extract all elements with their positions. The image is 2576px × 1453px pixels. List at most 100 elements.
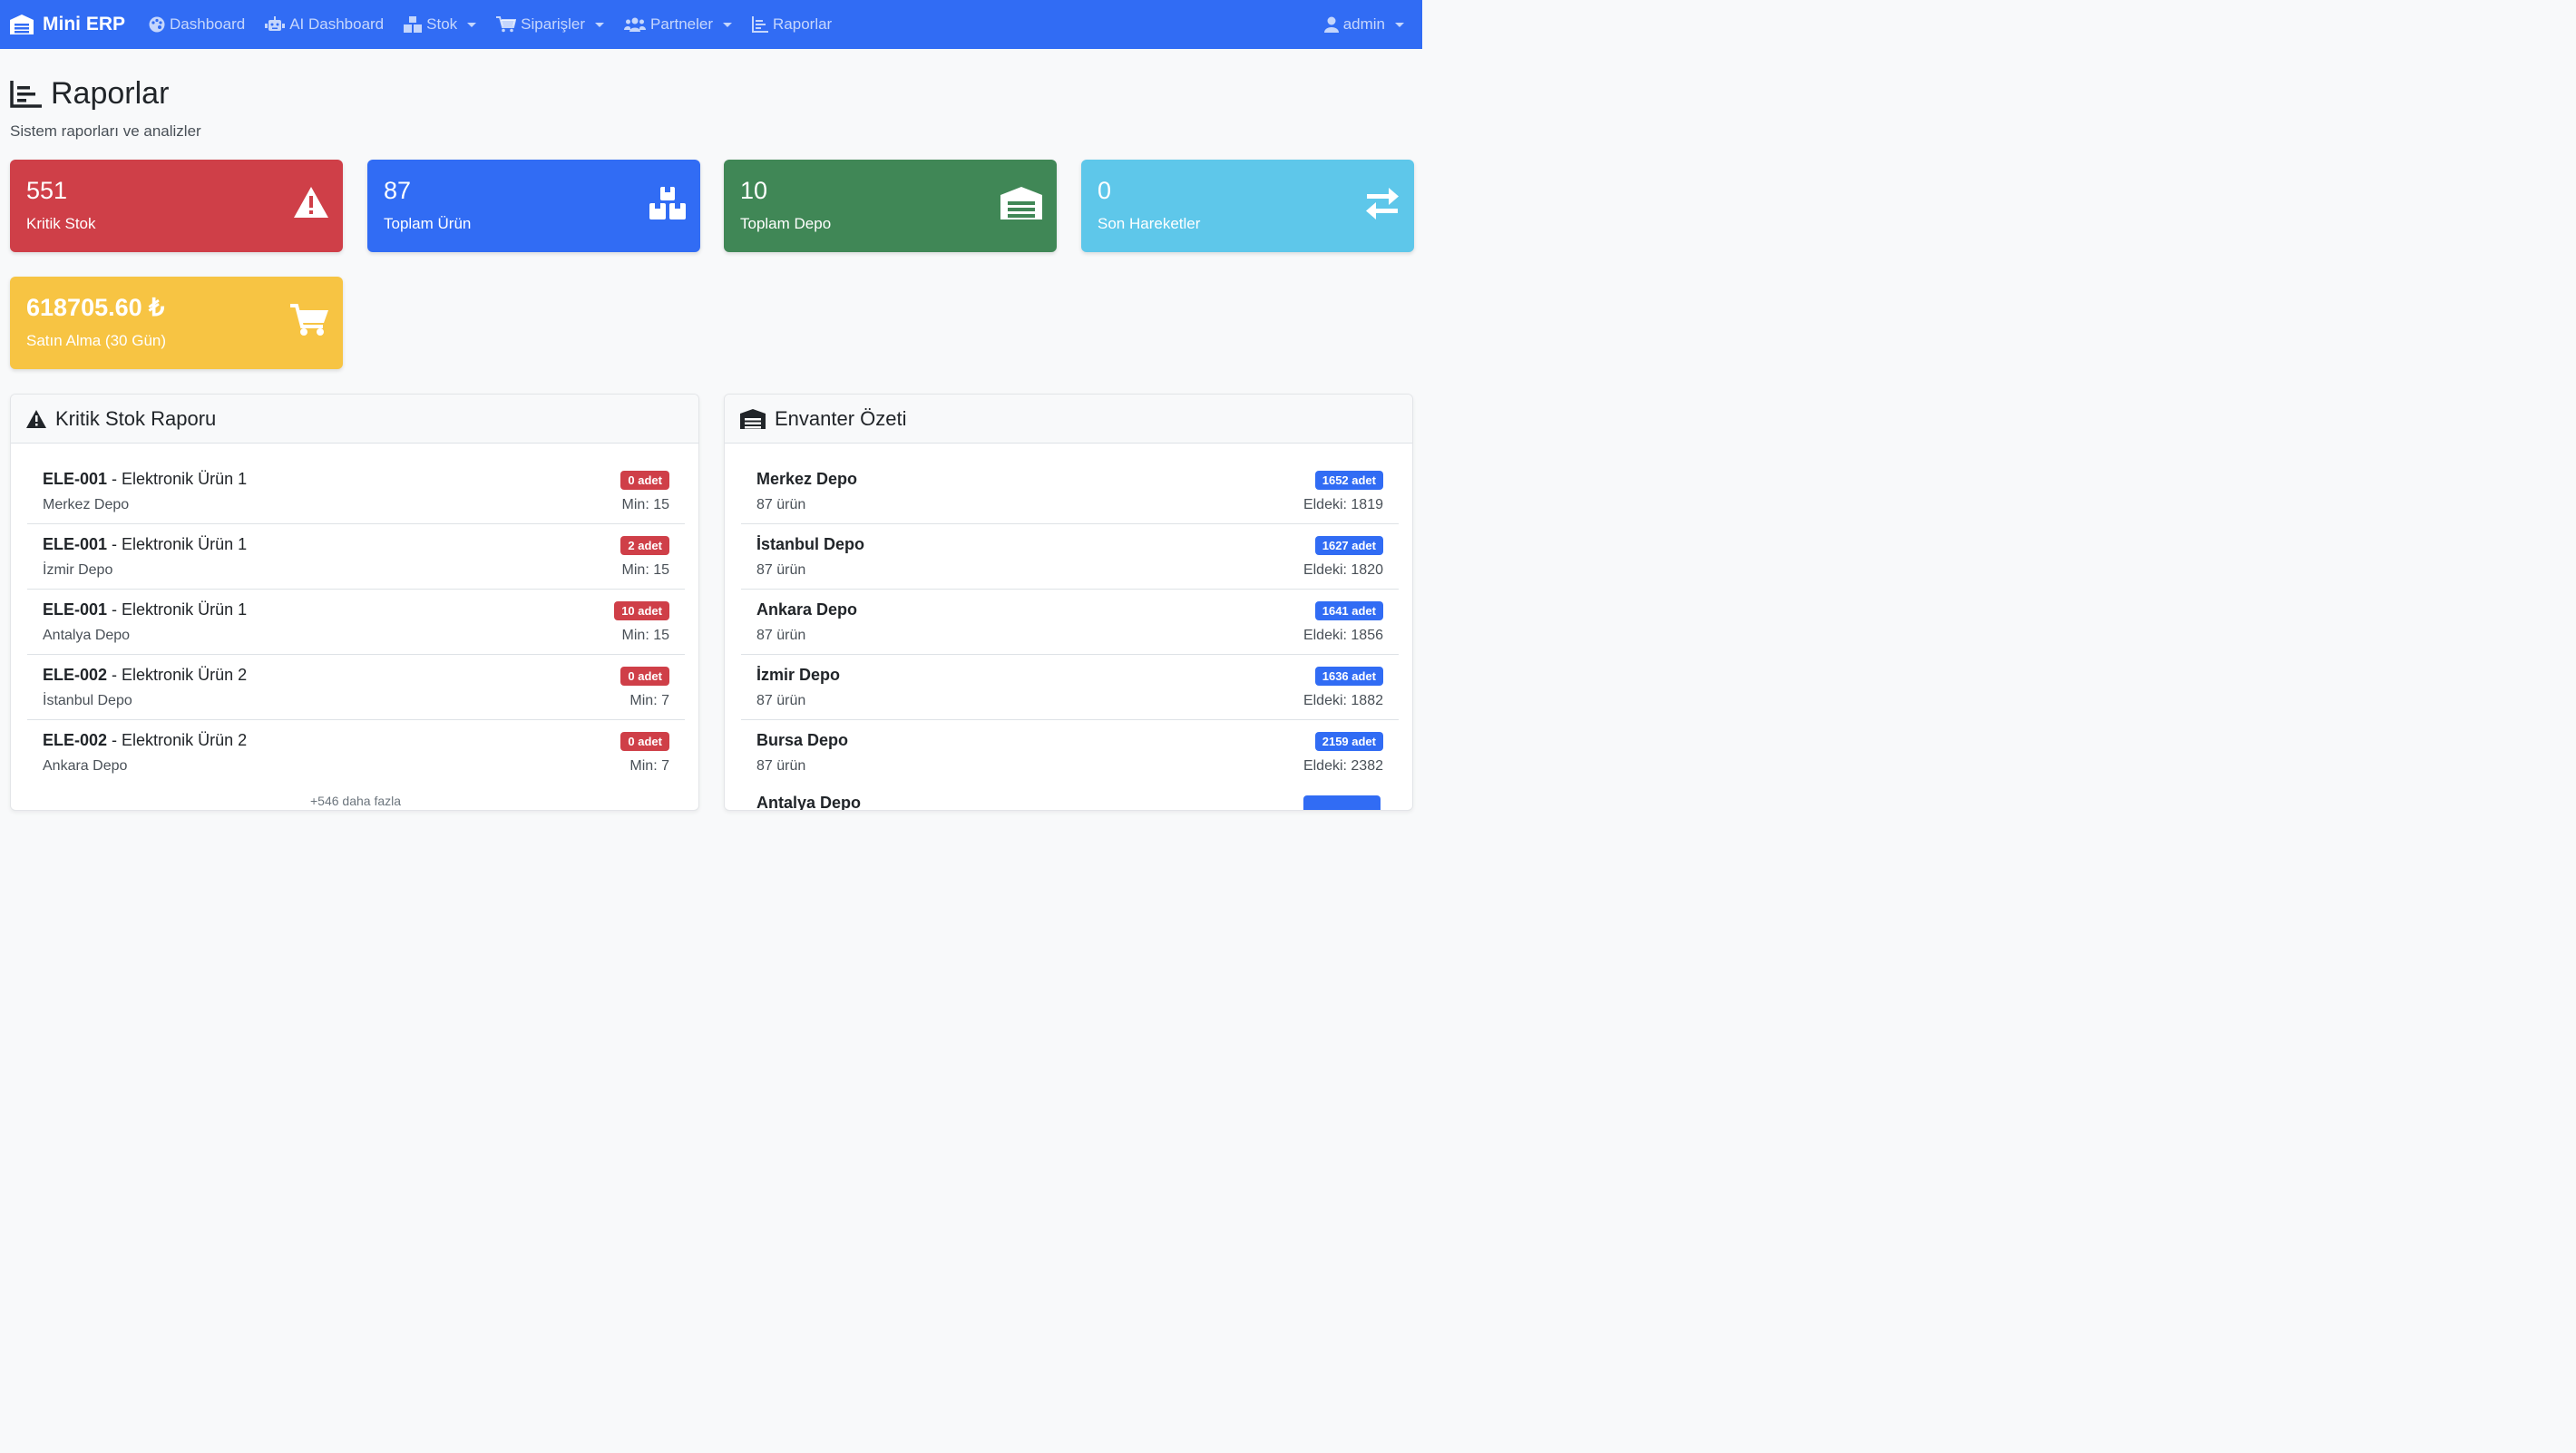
palette-icon [149,16,165,33]
depot-name: Bursa Depo [756,731,849,749]
product-count: 87 ürün [756,562,806,578]
nav-siparisler-dropdown[interactable]: Siparişler [496,15,605,34]
critical-stock-list: ELE-001 - Elektronik Ürün 1 Merkez Depo … [27,459,685,785]
robot-icon [265,16,286,31]
chevron-down-icon [723,22,733,27]
user-icon [1323,16,1339,33]
panel-title: Envanter Özeti [775,406,907,430]
quantity-badge: 0 adet [620,732,669,751]
item-title: ELE-002 - Elektronik Ürün 2 [43,666,248,684]
stat-label: Son Hareketler [1098,215,1201,232]
list-item[interactable]: ELE-002 - Elektronik Ürün 2 İstanbul Dep… [27,655,685,720]
chevron-down-icon [467,22,477,27]
warehouse-icon [740,408,766,429]
critical-stock-panel: Kritik Stok Raporu ELE-001 - Elektronik … [10,394,699,811]
warning-icon [294,187,328,218]
stat-value: 10 [740,177,768,204]
on-hand: Eldeki: 1820 [1303,562,1383,578]
on-hand: Eldeki: 1882 [1303,693,1383,708]
nav-ai-dashboard[interactable]: AI Dashboard [265,15,384,34]
quantity-badge: 2159 adet [1314,732,1383,751]
item-min: Min: 7 [629,693,669,708]
users-icon [624,17,647,32]
quantity-badge: 1636 adet [1314,667,1383,686]
nav-partneler-dropdown[interactable]: Partneler [624,15,733,34]
stat-card-toplam-urun[interactable]: 87 Toplam Ürün [367,160,700,252]
stat-value: 87 [384,177,412,204]
list-item[interactable]: Bursa Depo 87 ürün 2159 adet Eldeki: 238… [741,720,1399,785]
item-depot: Ankara Depo [43,758,128,774]
nav-dashboard-label: Dashboard [170,15,246,33]
depot-name-partial: Antalya Depo [756,794,862,811]
list-item[interactable]: İstanbul Depo 87 ürün 1627 adet Eldeki: … [741,524,1399,590]
on-hand: Eldeki: 2382 [1303,758,1383,774]
quantity-badge: 1627 adet [1314,536,1383,555]
item-min: Min: 15 [621,628,669,643]
on-hand: Eldeki: 1856 [1303,628,1383,643]
item-depot: Antalya Depo [43,628,131,643]
quantity-badge: 2 adet [620,536,669,555]
list-item[interactable]: ELE-001 - Elektronik Ürün 1 İzmir Depo 2… [27,524,685,590]
more-items-text: +546 daha fazla [309,794,402,808]
brand-name: Mini ERP [43,14,126,34]
quantity-badge: 1641 adet [1314,601,1383,620]
depot-name: İstanbul Depo [756,535,865,553]
depot-name: Merkez Depo [756,470,858,488]
quantity-badge-partial [1303,795,1381,810]
list-item[interactable]: ELE-002 - Elektronik Ürün 2 Ankara Depo … [27,720,685,785]
nav-stok-label: Stok [426,15,458,33]
panel-title: Kritik Stok Raporu [55,406,217,430]
nav-ai-dashboard-label: AI Dashboard [289,15,385,33]
stat-card-toplam-depo[interactable]: 10 Toplam Depo [724,160,1057,252]
item-title: ELE-001 - Elektronik Ürün 1 [43,470,248,488]
quantity-badge: 0 adet [620,667,669,686]
stat-card-satin-alma[interactable]: 618705.60 ₺ Satın Alma (30 Gün) [10,277,343,369]
nav-stok-dropdown[interactable]: Stok [404,15,477,34]
page-subtitle: Sistem raporları ve analizler [10,122,201,140]
user-menu-dropdown[interactable]: admin [1323,15,1404,34]
depot-name: Ankara Depo [756,600,858,619]
stat-card-son-hareketler[interactable]: 0 Son Hareketler [1081,160,1414,252]
list-item[interactable]: ELE-001 - Elektronik Ürün 1 Merkez Depo … [27,459,685,524]
item-min: Min: 7 [629,758,669,774]
boxes-icon [649,187,686,219]
item-title: ELE-002 - Elektronik Ürün 2 [43,731,248,749]
item-min: Min: 15 [621,562,669,578]
item-depot: İstanbul Depo [43,693,132,708]
stat-label: Toplam Depo [740,215,832,232]
warning-icon [26,409,46,428]
list-item[interactable]: Merkez Depo 87 ürün 1652 adet Eldeki: 18… [741,459,1399,524]
exchange-icon [1366,188,1399,219]
nav-dashboard[interactable]: Dashboard [149,15,245,34]
nav-siparisler-label: Siparişler [521,15,586,33]
chart-icon [752,16,769,33]
quantity-badge: 1652 adet [1314,471,1383,490]
stat-value: 618705.60 ₺ [26,294,165,321]
product-count: 87 ürün [756,497,806,512]
cart-icon [290,304,328,336]
warehouse-icon [1000,187,1042,219]
product-count: 87 ürün [756,693,806,708]
warehouse-icon [10,15,34,34]
item-title: ELE-001 - Elektronik Ürün 1 [43,600,248,619]
nav-partneler-label: Partneler [650,15,714,33]
chevron-down-icon [1395,22,1404,27]
chart-icon [10,80,42,108]
brand-link[interactable]: Mini ERP [9,14,125,35]
product-count: 87 ürün [756,628,806,643]
page-title-text: Raporlar [51,76,170,111]
page-title: Raporlar [10,76,169,112]
top-navbar: Mini ERP Dashboard AI Dashboard Stok Sip… [0,0,1422,49]
list-item[interactable]: İzmir Depo 87 ürün 1636 adet Eldeki: 188… [741,655,1399,720]
item-depot: İzmir Depo [43,562,113,578]
cart-icon [496,16,517,33]
stat-label: Kritik Stok [26,215,96,232]
stat-card-kritik-stok[interactable]: 551 Kritik Stok [10,160,343,252]
list-item[interactable]: Ankara Depo 87 ürün 1641 adet Eldeki: 18… [741,590,1399,655]
nav-raporlar[interactable]: Raporlar [752,15,832,34]
stat-label: Toplam Ürün [384,215,472,232]
quantity-badge: 0 adet [620,471,669,490]
item-title: ELE-001 - Elektronik Ürün 1 [43,535,248,553]
list-item[interactable]: ELE-001 - Elektronik Ürün 1 Antalya Depo… [27,590,685,655]
stat-value: 0 [1098,177,1112,204]
